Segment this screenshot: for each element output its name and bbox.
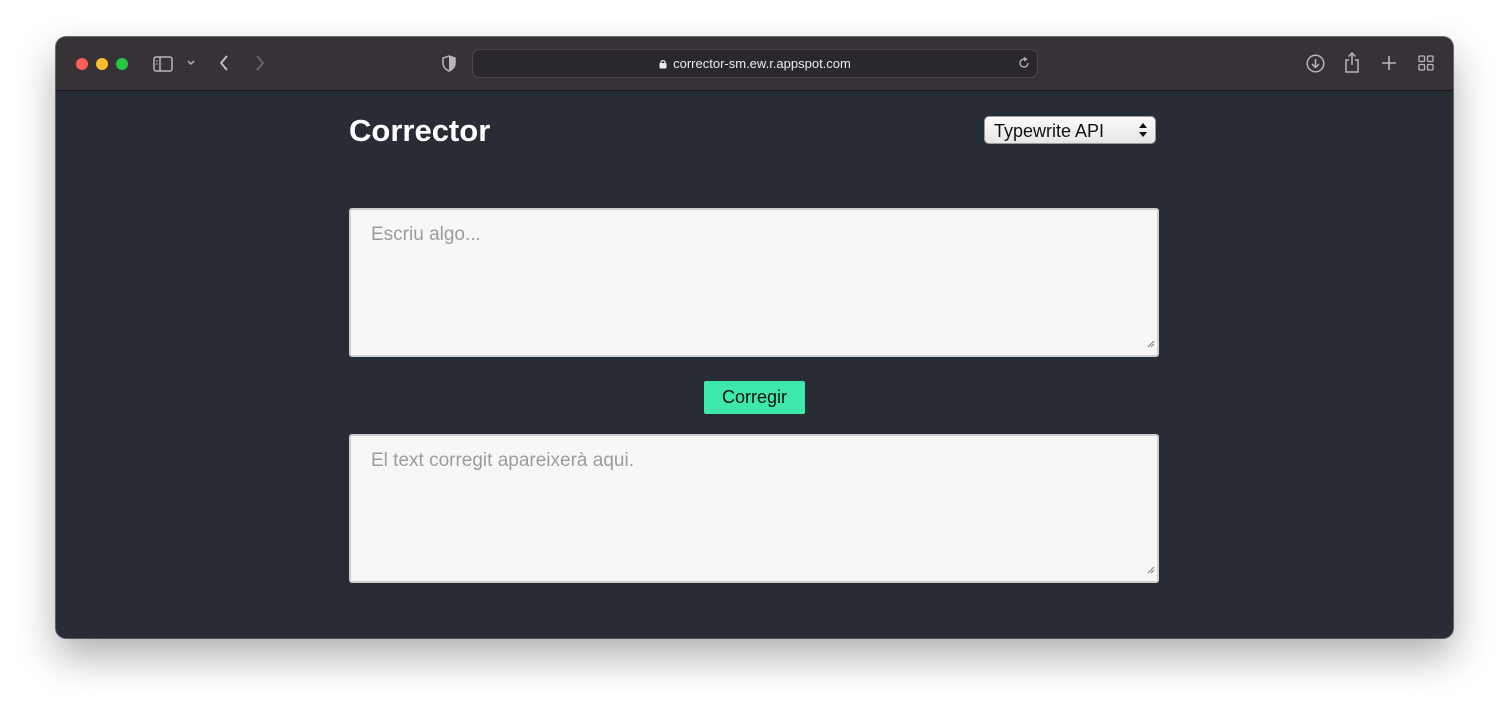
output-placeholder: El text corregit apareixerà aqui. (371, 450, 634, 471)
forward-icon[interactable] (253, 54, 267, 72)
lock-icon (659, 57, 667, 72)
correct-button[interactable]: Corregir (704, 381, 805, 414)
back-icon[interactable] (217, 54, 231, 72)
share-icon[interactable] (1343, 51, 1361, 73)
input-placeholder: Escriu algo... (371, 224, 481, 245)
zoom-window-button[interactable] (116, 58, 128, 70)
output-textarea[interactable]: El text corregit apareixerà aqui. (349, 434, 1159, 583)
input-textarea[interactable]: Escriu algo... (349, 208, 1159, 357)
browser-window: corrector-sm.ew.r.appspot.com Corrector … (56, 37, 1453, 638)
engine-select-value: Typewrite API (994, 121, 1105, 141)
download-icon[interactable] (1305, 53, 1325, 73)
close-window-button[interactable] (76, 58, 88, 70)
tab-overview-icon[interactable] (1417, 54, 1435, 72)
address-bar[interactable]: corrector-sm.ew.r.appspot.com (472, 49, 1038, 78)
sidebar-icon[interactable] (153, 54, 173, 73)
engine-select[interactable]: Typewrite API (984, 116, 1156, 144)
shield-icon[interactable] (441, 54, 457, 72)
new-tab-icon[interactable] (1380, 54, 1398, 72)
chevron-down-icon[interactable] (186, 58, 196, 68)
resize-handle-icon[interactable] (1147, 335, 1155, 353)
minimize-window-button[interactable] (96, 58, 108, 70)
reload-icon[interactable] (1017, 56, 1031, 70)
page-title: Corrector (349, 113, 491, 148)
url-display: corrector-sm.ew.r.appspot.com (473, 56, 1037, 72)
resize-handle-icon[interactable] (1147, 561, 1155, 579)
url-text: corrector-sm.ew.r.appspot.com (673, 56, 851, 71)
page-content: Corrector Typewrite API Escriu algo... C… (56, 91, 1453, 638)
browser-toolbar: corrector-sm.ew.r.appspot.com (56, 37, 1453, 91)
select-arrows-icon (1138, 122, 1148, 143)
